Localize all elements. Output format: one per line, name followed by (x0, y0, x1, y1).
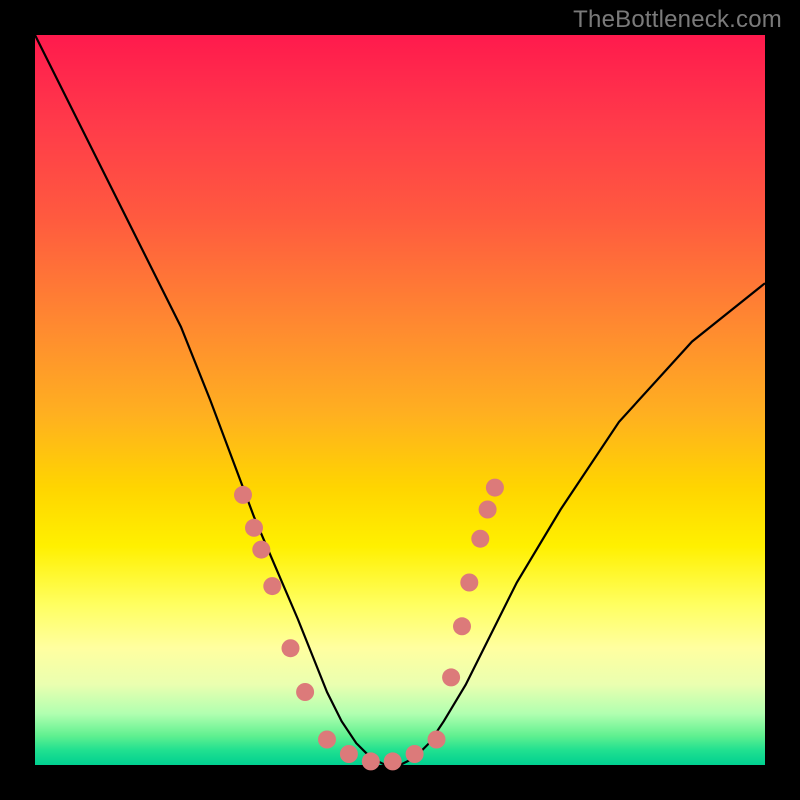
chart-frame: TheBottleneck.com (0, 0, 800, 800)
data-marker (318, 731, 336, 749)
plot-area (35, 35, 765, 765)
data-marker (252, 541, 270, 559)
watermark-text: TheBottleneck.com (573, 6, 782, 34)
data-marker (362, 752, 380, 770)
data-marker (406, 745, 424, 763)
data-marker (442, 668, 460, 686)
data-marker (428, 731, 446, 749)
data-marker (384, 752, 402, 770)
data-marker (340, 745, 358, 763)
data-marker (282, 639, 300, 657)
data-marker (263, 577, 281, 595)
bottleneck-curve (35, 35, 765, 765)
data-marker (479, 501, 497, 519)
data-marker (234, 486, 252, 504)
chart-svg (35, 35, 765, 765)
data-marker (460, 574, 478, 592)
data-marker (486, 479, 504, 497)
data-marker (453, 617, 471, 635)
data-marker (471, 530, 489, 548)
data-marker (245, 519, 263, 537)
data-marker (296, 683, 314, 701)
data-markers (234, 479, 504, 771)
